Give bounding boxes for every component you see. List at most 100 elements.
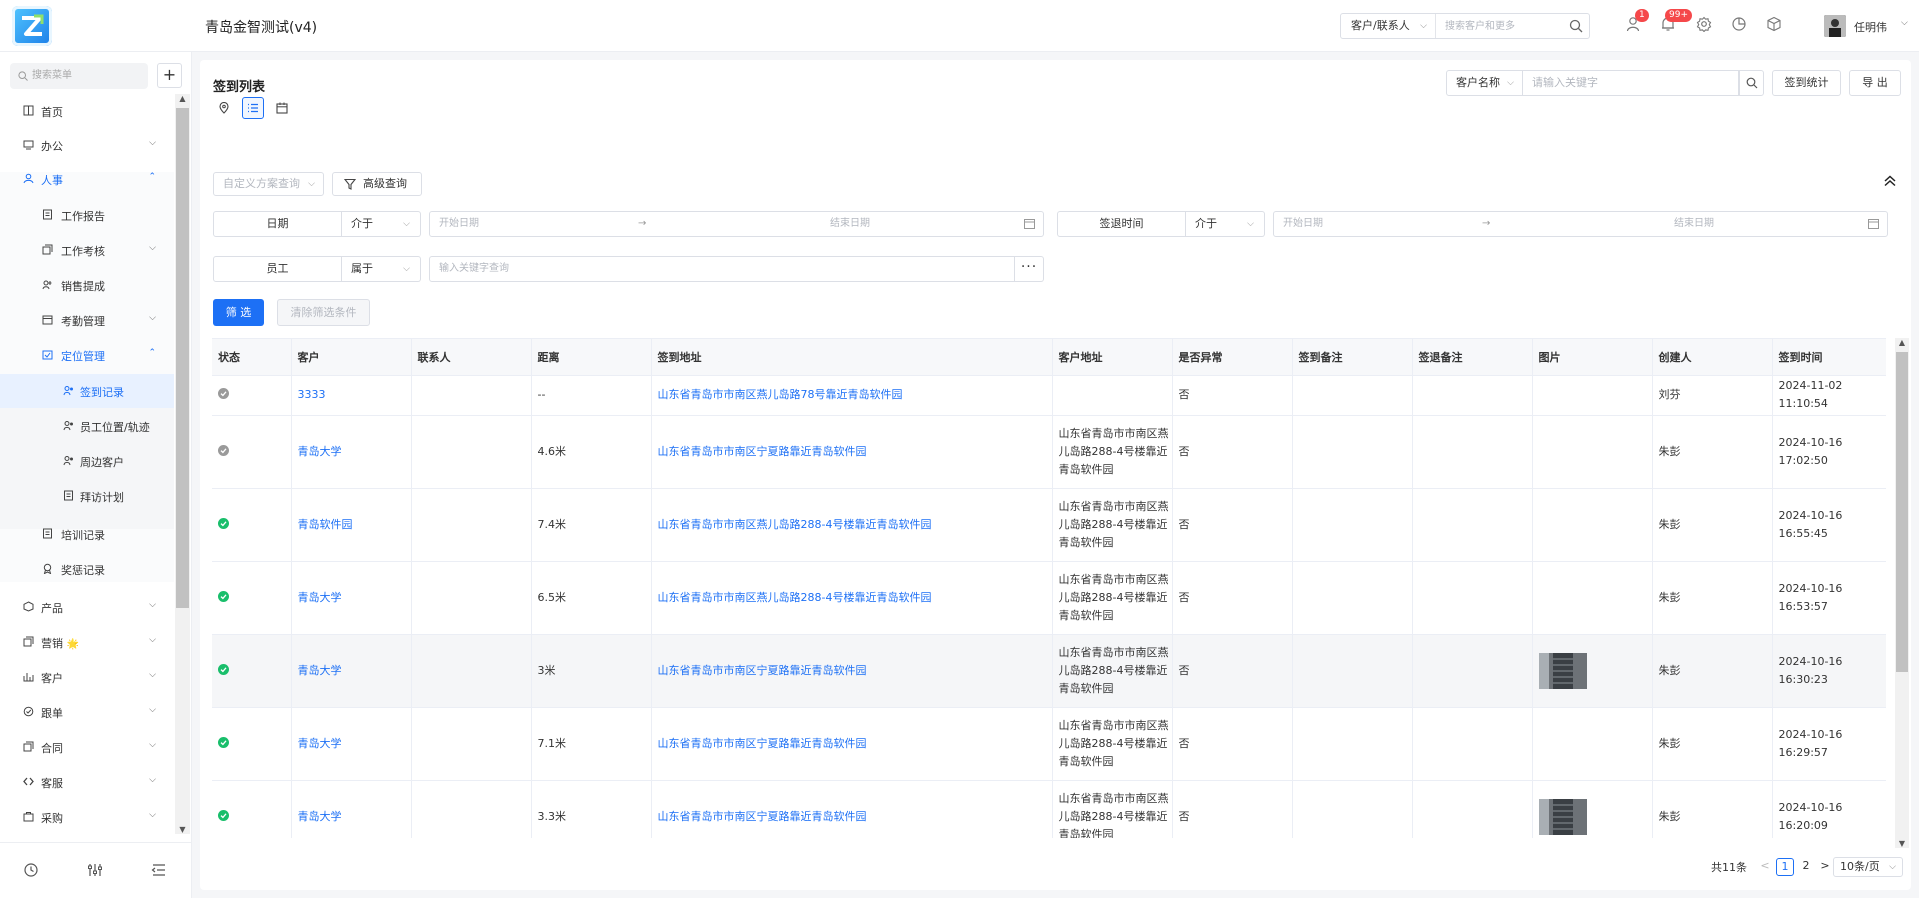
prev-page-button[interactable]: < bbox=[1756, 858, 1774, 876]
page-button[interactable]: 1 bbox=[1776, 858, 1794, 876]
avatar[interactable] bbox=[1824, 15, 1846, 37]
sidebar-item-checkin-record[interactable]: 签到记录 bbox=[0, 374, 174, 408]
image-cell[interactable] bbox=[1532, 780, 1653, 838]
table-row[interactable]: 青岛大学 4.6米 山东省青岛市市南区宁夏路靠近青岛软件园 山东省青岛市市南区燕儿岛路… bbox=[212, 415, 1886, 489]
column-header[interactable]: 签到备注 bbox=[1292, 339, 1413, 376]
checkin-address-link[interactable]: 山东省青岛市市南区宁夏路靠近青岛软件园 bbox=[651, 415, 1053, 489]
customer-link[interactable]: 3333 bbox=[291, 375, 412, 416]
column-header[interactable]: 状态 bbox=[212, 339, 292, 376]
column-header[interactable]: 签退备注 bbox=[1412, 339, 1533, 376]
keyword-search-button[interactable] bbox=[1739, 70, 1764, 96]
calendar-view-button[interactable] bbox=[271, 97, 293, 119]
clear-filter-button[interactable]: 清除筛选条件 bbox=[277, 299, 370, 326]
more-options-button[interactable]: ··· bbox=[1015, 256, 1044, 282]
customer-link[interactable]: 青岛大学 bbox=[291, 561, 412, 635]
add-menu-button[interactable]: + bbox=[157, 63, 182, 88]
employee-keyword-input[interactable]: 输入关键字查询 bbox=[429, 256, 1015, 282]
date-range-picker[interactable]: 开始日期 → 结束日期 bbox=[429, 211, 1044, 237]
table-row[interactable]: 青岛软件园 7.4米 山东省青岛市市南区燕儿岛路288-4号楼靠近青岛软件园 山东省青… bbox=[212, 488, 1886, 562]
user-name[interactable]: 任明伟 bbox=[1854, 19, 1887, 35]
column-header[interactable]: 图片 bbox=[1532, 339, 1653, 376]
date-operator-select[interactable]: 介于 ⌵ bbox=[342, 211, 421, 237]
sidebar-item-customer[interactable]: 客户 ⌵ bbox=[0, 660, 174, 694]
global-search-input[interactable] bbox=[1437, 14, 1562, 38]
search-type-select[interactable]: 客户/联系人 ⌵ bbox=[1341, 14, 1436, 38]
custom-query-select[interactable]: 自定义方案查询 ⌵ bbox=[213, 172, 324, 196]
sidebar-item-office[interactable]: 办公 ⌵ bbox=[0, 128, 174, 162]
column-header[interactable]: 联系人 bbox=[411, 339, 532, 376]
sidebar-scrollbar[interactable]: ▲ ▼ bbox=[175, 94, 190, 834]
filter-settings-icon[interactable] bbox=[87, 862, 103, 878]
user-notice-icon[interactable]: 1 bbox=[1626, 9, 1649, 34]
customer-link[interactable]: 青岛大学 bbox=[291, 415, 412, 489]
sidebar-item-purchase[interactable]: 采购 ⌵ bbox=[0, 800, 174, 834]
sidebar-item-work-report[interactable]: 工作报告 bbox=[0, 198, 174, 232]
checkout-range-picker[interactable]: 开始日期 → 结束日期 bbox=[1273, 211, 1888, 237]
customer-link[interactable]: 青岛软件园 bbox=[291, 488, 412, 562]
scroll-up-icon[interactable]: ▲ bbox=[175, 94, 190, 103]
column-header[interactable]: 创建人 bbox=[1652, 339, 1773, 376]
customer-link[interactable]: 青岛大学 bbox=[291, 780, 412, 838]
next-page-button[interactable]: > bbox=[1816, 858, 1834, 876]
sidebar-item-product[interactable]: 产品 ⌵ bbox=[0, 590, 174, 624]
collapse-up-icon[interactable] bbox=[1882, 173, 1898, 189]
filter-field-select[interactable]: 客户名称 ⌵ bbox=[1446, 70, 1523, 96]
sidebar-item-nearby-customers[interactable]: 周边客户 bbox=[0, 444, 174, 478]
sidebar-item-sales-commission[interactable]: 销售提成 bbox=[0, 268, 174, 302]
checkin-address-link[interactable]: 山东省青岛市市南区宁夏路靠近青岛软件园 bbox=[651, 634, 1053, 708]
photo-thumbnail[interactable] bbox=[1538, 798, 1587, 835]
table-row[interactable]: 青岛大学 7.1米 山东省青岛市市南区宁夏路靠近青岛软件园 山东省青岛市市南区燕儿岛路… bbox=[212, 707, 1886, 781]
sidebar-item-training[interactable]: 培训记录 bbox=[0, 517, 174, 551]
checkout-operator-select[interactable]: 介于 ⌵ bbox=[1186, 211, 1265, 237]
scroll-up-icon[interactable]: ▲ bbox=[1895, 338, 1909, 347]
table-row[interactable]: 青岛大学 3米 山东省青岛市市南区宁夏路靠近青岛软件园 山东省青岛市市南区燕儿岛路28… bbox=[212, 634, 1886, 708]
keyword-input[interactable]: 请输入关键字 bbox=[1523, 70, 1739, 96]
sidebar-item-work-assessment[interactable]: 工作考核 ⌵ bbox=[0, 233, 174, 267]
sidebar-item-service[interactable]: 客服 ⌵ bbox=[0, 765, 174, 799]
sidebar-item-employee-track[interactable]: 员工位置/轨迹 bbox=[0, 409, 174, 443]
checkin-address-link[interactable]: 山东省青岛市市南区燕儿岛路288-4号楼靠近青岛软件园 bbox=[651, 488, 1053, 562]
column-header[interactable]: 客户 bbox=[291, 339, 412, 376]
scroll-down-icon[interactable]: ▼ bbox=[175, 825, 190, 834]
sidebar-item-home[interactable]: 首页 bbox=[0, 94, 174, 128]
sidebar-item-hr[interactable]: 人事 ⌃ bbox=[0, 162, 174, 196]
cube-icon[interactable] bbox=[1766, 16, 1784, 34]
collapse-menu-icon[interactable] bbox=[151, 862, 167, 878]
column-header[interactable]: 签到时间 bbox=[1772, 339, 1886, 376]
checkin-stats-button[interactable]: 签到统计 bbox=[1772, 70, 1841, 96]
settings-icon[interactable] bbox=[1696, 16, 1714, 34]
column-header[interactable]: 签到地址 bbox=[651, 339, 1053, 376]
menu-search-input[interactable]: 搜索菜单 bbox=[10, 63, 148, 89]
export-button[interactable]: 导 出 bbox=[1849, 70, 1901, 96]
image-cell[interactable] bbox=[1532, 634, 1653, 708]
column-header[interactable]: 客户地址 bbox=[1052, 339, 1173, 376]
customer-link[interactable]: 青岛大学 bbox=[291, 707, 412, 781]
checkin-address-link[interactable]: 山东省青岛市市南区燕儿岛路78号靠近青岛软件园 bbox=[651, 375, 1053, 416]
sidebar-item-contract[interactable]: 合同 ⌵ bbox=[0, 730, 174, 764]
table-row[interactable]: 青岛大学 3.3米 山东省青岛市市南区宁夏路靠近青岛软件园 山东省青岛市市南区燕儿岛路… bbox=[212, 780, 1886, 838]
column-header[interactable]: 是否异常 bbox=[1172, 339, 1293, 376]
bell-icon[interactable]: 99+ bbox=[1660, 9, 1692, 34]
employee-operator-select[interactable]: 属于 ⌵ bbox=[342, 256, 421, 282]
customer-link[interactable]: 青岛大学 bbox=[291, 634, 412, 708]
photo-thumbnail[interactable] bbox=[1538, 652, 1587, 689]
filter-button[interactable]: 筛 选 bbox=[213, 299, 264, 326]
checkin-address-link[interactable]: 山东省青岛市市南区燕儿岛路288-4号楼靠近青岛软件园 bbox=[651, 561, 1053, 635]
advanced-query-button[interactable]: 高级查询 bbox=[332, 172, 422, 196]
table-scrollbar[interactable]: ▲ ▼ bbox=[1895, 338, 1909, 848]
page-button[interactable]: 2 bbox=[1797, 858, 1815, 876]
page-size-select[interactable]: 10条/页 ⌵ bbox=[1833, 857, 1903, 877]
sidebar-item-follow[interactable]: 跟单 ⌵ bbox=[0, 695, 174, 729]
app-logo[interactable] bbox=[12, 6, 52, 46]
table-row[interactable]: 青岛大学 6.5米 山东省青岛市市南区燕儿岛路288-4号楼靠近青岛软件园 山东省青岛… bbox=[212, 561, 1886, 635]
checkin-address-link[interactable]: 山东省青岛市市南区宁夏路靠近青岛软件园 bbox=[651, 707, 1053, 781]
sidebar-item-reward-punish[interactable]: 奖惩记录 bbox=[0, 552, 174, 586]
sidebar-item-marketing[interactable]: 营销 🌟 ⌵ bbox=[0, 625, 174, 659]
sidebar-item-attendance[interactable]: 考勤管理 ⌵ bbox=[0, 303, 174, 337]
pie-chart-icon[interactable] bbox=[1731, 16, 1749, 34]
scrollbar-thumb[interactable] bbox=[1896, 352, 1908, 672]
chevron-down-icon[interactable]: ⌵ bbox=[1901, 18, 1908, 28]
scroll-down-icon[interactable]: ▼ bbox=[1895, 839, 1909, 848]
sidebar-item-visit-plan[interactable]: 拜访计划 bbox=[0, 479, 174, 513]
history-icon[interactable] bbox=[23, 862, 39, 878]
